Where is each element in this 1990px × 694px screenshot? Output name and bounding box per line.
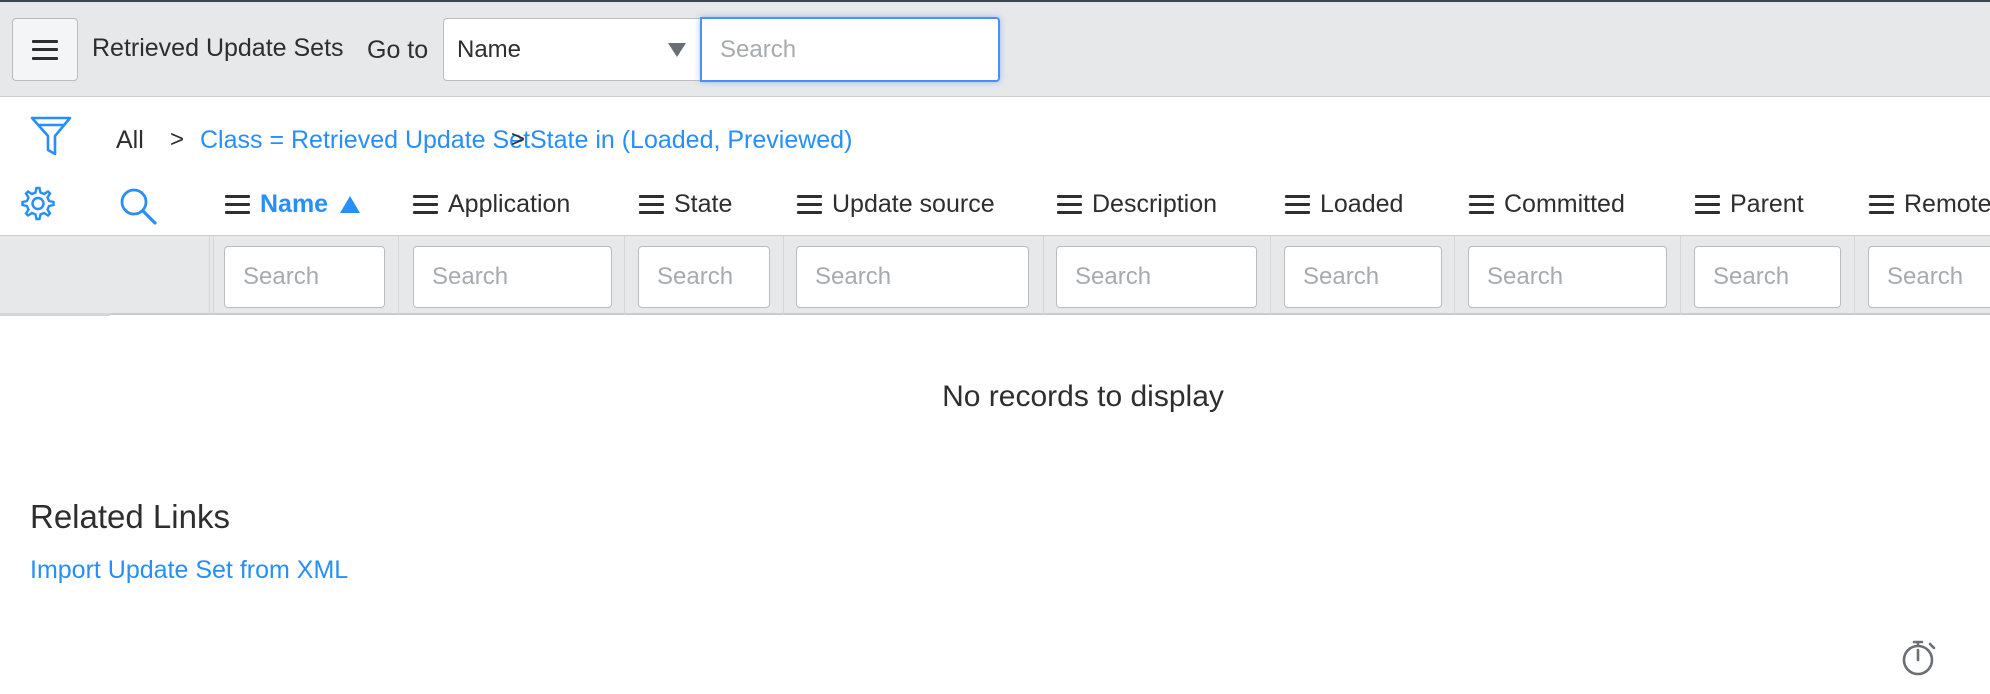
- column-label: Committed: [1504, 190, 1625, 218]
- column-label: State: [674, 190, 733, 218]
- column-menu-icon[interactable]: [1869, 195, 1894, 214]
- search-input-name[interactable]: [224, 246, 385, 308]
- breadcrumb-separator: >: [170, 126, 185, 153]
- timer-icon[interactable]: [1900, 638, 1938, 678]
- column-divider: [624, 236, 625, 314]
- breadcrumb-class-filter[interactable]: Class = Retrieved Update Set: [200, 126, 530, 155]
- import-update-set-link[interactable]: Import Update Set from XML: [30, 556, 348, 585]
- column-header-loaded[interactable]: Loaded: [1285, 190, 1403, 219]
- column-label: Name: [260, 190, 329, 218]
- column-divider: [1854, 236, 1855, 314]
- goto-field-select[interactable]: Name: [443, 18, 701, 81]
- list-menu-button[interactable]: [12, 18, 78, 81]
- search-input-state[interactable]: [638, 246, 770, 308]
- column-label: Application: [448, 190, 571, 218]
- filter-icon[interactable]: [30, 114, 72, 158]
- related-links-heading: Related Links: [30, 498, 230, 535]
- search-input-update-source[interactable]: [796, 246, 1029, 308]
- column-divider: [1680, 236, 1681, 314]
- column-menu-icon[interactable]: [797, 195, 822, 214]
- sort-ascending-icon: [340, 196, 361, 213]
- column-menu-icon[interactable]: [225, 195, 250, 214]
- column-divider: [213, 236, 214, 314]
- column-label: Loaded: [1320, 190, 1404, 218]
- column-divider: [1043, 236, 1044, 314]
- search-input-committed[interactable]: [1468, 246, 1667, 308]
- list-header: Retrieved Update Sets Go to Name: [0, 0, 1990, 97]
- column-header-state[interactable]: State: [639, 190, 732, 219]
- breadcrumb-all[interactable]: All: [116, 126, 144, 155]
- column-search-row: [0, 235, 1990, 315]
- search-input-description[interactable]: [1056, 246, 1257, 308]
- menu-icon: [32, 39, 58, 60]
- goto-field-value: Name: [457, 36, 522, 63]
- breadcrumb-state-filter[interactable]: State in (Loaded, Previewed): [530, 126, 852, 155]
- search-input-loaded[interactable]: [1284, 246, 1442, 308]
- column-divider: [783, 236, 784, 314]
- column-label: Description: [1092, 190, 1218, 218]
- column-label: Update source: [832, 190, 995, 218]
- search-input-remote[interactable]: [1868, 246, 1990, 308]
- chevron-down-icon: [668, 43, 686, 57]
- column-divider: [1270, 236, 1271, 314]
- goto-label: Go to: [367, 36, 429, 64]
- column-header-name[interactable]: Name: [225, 190, 361, 219]
- gear-icon[interactable]: [20, 186, 56, 222]
- column-menu-icon[interactable]: [413, 195, 438, 214]
- column-menu-icon[interactable]: [1695, 195, 1720, 214]
- empty-list-message: No records to display: [942, 380, 1224, 413]
- column-header-description[interactable]: Description: [1057, 190, 1217, 219]
- breadcrumb-separator: >: [511, 126, 526, 153]
- column-menu-icon[interactable]: [1057, 195, 1082, 214]
- goto-search-input[interactable]: [700, 17, 1000, 82]
- column-label: Parent: [1730, 190, 1804, 218]
- column-divider: [1454, 236, 1455, 314]
- column-divider: [209, 236, 210, 314]
- column-header-committed[interactable]: Committed: [1469, 190, 1625, 219]
- column-header-parent[interactable]: Parent: [1695, 190, 1804, 219]
- column-divider: [398, 236, 399, 314]
- select-all-column: [0, 313, 110, 316]
- column-header-remote[interactable]: Remote: [1869, 190, 1990, 219]
- column-label: Remote: [1904, 190, 1990, 218]
- column-menu-icon[interactable]: [639, 195, 664, 214]
- search-icon[interactable]: [118, 186, 158, 226]
- column-menu-icon[interactable]: [1285, 195, 1310, 214]
- search-input-application[interactable]: [413, 246, 612, 308]
- search-input-parent[interactable]: [1694, 246, 1841, 308]
- column-menu-icon[interactable]: [1469, 195, 1494, 214]
- list-title: Retrieved Update Sets: [92, 34, 344, 62]
- column-header-update-source[interactable]: Update source: [797, 190, 995, 219]
- column-header-application[interactable]: Application: [413, 190, 570, 219]
